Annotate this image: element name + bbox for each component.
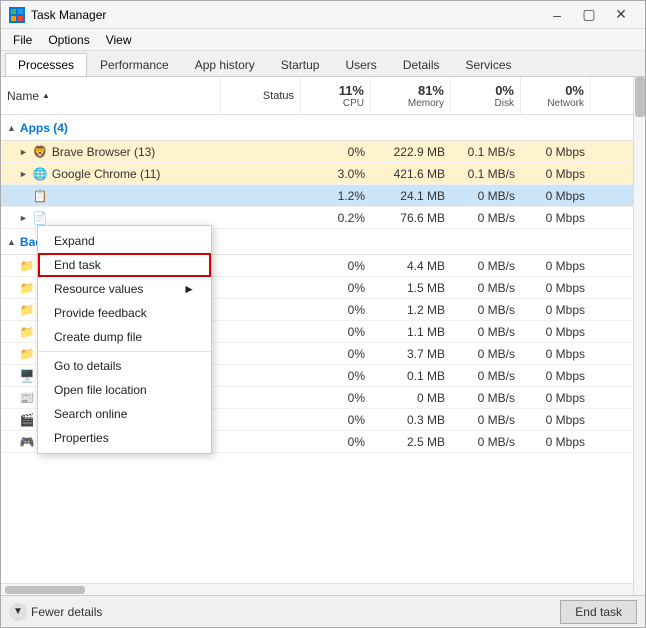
close-button[interactable]: ✕ xyxy=(605,1,637,29)
other-disk: 0 MB/s xyxy=(451,209,521,227)
films-icon: 🎬 xyxy=(19,412,35,428)
expand-chrome-icon: ► xyxy=(19,169,28,179)
chrome-network: 0 Mbps xyxy=(521,165,591,183)
menu-options[interactable]: Options xyxy=(40,31,97,49)
col-network[interactable]: 0% Network xyxy=(521,77,591,114)
selected-memory: 24.1 MB xyxy=(371,187,451,205)
row-brave[interactable]: ► 🦁 Brave Browser (13) 0% 222.9 MB 0.1 M… xyxy=(1,141,645,163)
ctx-open-file[interactable]: Open file location xyxy=(38,378,211,402)
horiz-scrollbar-thumb[interactable] xyxy=(5,586,85,594)
col-name[interactable]: Name ▲ xyxy=(1,77,221,114)
context-menu: Expand End task Resource values ► Provid… xyxy=(37,225,212,454)
feeds-icon: 📰 xyxy=(19,390,35,406)
other-network: 0 Mbps xyxy=(521,209,591,227)
ctx-provide-feedback[interactable]: Provide feedback xyxy=(38,301,211,325)
tab-details[interactable]: Details xyxy=(390,53,453,76)
fewer-details-arrow-icon: ▼ xyxy=(9,603,27,621)
gaming-icon: 🎮 xyxy=(19,434,35,450)
selected-disk: 0 MB/s xyxy=(451,187,521,205)
ctx-resource-values[interactable]: Resource values ► xyxy=(38,277,211,301)
ctx-end-task[interactable]: End task xyxy=(38,253,211,277)
row-selected[interactable]: ► 📋 1.2% 24.1 MB 0 MB/s 0 Mbps xyxy=(1,185,645,207)
ctx-separator xyxy=(38,351,211,352)
tab-startup[interactable]: Startup xyxy=(268,53,333,76)
selected-icon: 📋 xyxy=(32,188,48,204)
ctx-go-details[interactable]: Go to details xyxy=(38,354,211,378)
bottom-bar: ▼ Fewer details End task xyxy=(1,595,645,627)
brave-icon: 🦁 xyxy=(32,144,48,160)
sort-arrow-name: ▲ xyxy=(42,91,50,100)
ctx-expand[interactable]: Expand xyxy=(38,229,211,253)
brave-cpu: 0% xyxy=(301,143,371,161)
horizontal-scrollbar[interactable] xyxy=(1,583,645,595)
tab-bar: Processes Performance App history Startu… xyxy=(1,51,645,77)
bg4-icon: 📁 xyxy=(19,324,35,340)
maximize-button[interactable]: ▢ xyxy=(573,1,605,29)
bg5-icon: 📁 xyxy=(19,346,35,362)
chrome-icon: 🌐 xyxy=(32,166,48,182)
fewer-details-button[interactable]: ▼ Fewer details xyxy=(9,603,102,621)
menu-file[interactable]: File xyxy=(5,31,40,49)
features-icon: 🖥️ xyxy=(19,368,35,384)
expand-brave-icon: ► xyxy=(19,147,28,157)
tab-performance[interactable]: Performance xyxy=(87,53,182,76)
apps-group-label[interactable]: ▲ Apps (4) xyxy=(1,119,221,137)
brave-name[interactable]: ► 🦁 Brave Browser (13) xyxy=(1,142,221,162)
chrome-name[interactable]: ► 🌐 Google Chrome (11) xyxy=(1,164,221,184)
expand-bg-icon: ▲ xyxy=(7,237,16,247)
other-cpu: 0.2% xyxy=(301,209,371,227)
chrome-memory: 421.6 MB xyxy=(371,165,451,183)
bg1-icon: 📁 xyxy=(19,258,35,274)
bg3-icon: 📁 xyxy=(19,302,35,318)
expand-other-icon: ► xyxy=(19,213,28,223)
apps-group-header[interactable]: ▲ Apps (4) xyxy=(1,115,645,141)
col-cpu[interactable]: 11% CPU xyxy=(301,77,371,114)
end-task-button[interactable]: End task xyxy=(560,600,637,624)
expand-apps-icon: ▲ xyxy=(7,123,16,133)
tab-services[interactable]: Services xyxy=(453,53,525,76)
col-status[interactable]: Status xyxy=(221,77,301,114)
menu-view[interactable]: View xyxy=(98,31,140,49)
col-memory[interactable]: 81% Memory xyxy=(371,77,451,114)
chrome-cpu: 3.0% xyxy=(301,165,371,183)
tab-app-history[interactable]: App history xyxy=(182,53,268,76)
bg2-icon: 📁 xyxy=(19,280,35,296)
tab-users[interactable]: Users xyxy=(332,53,389,76)
tab-processes[interactable]: Processes xyxy=(5,53,87,76)
window-title: Task Manager xyxy=(31,8,541,22)
ctx-properties[interactable]: Properties xyxy=(38,426,211,450)
other-memory: 76.6 MB xyxy=(371,209,451,227)
column-header: Name ▲ Status 11% CPU 81% Memory xyxy=(1,77,645,115)
menu-bar: File Options View xyxy=(1,29,645,51)
ctx-search-online[interactable]: Search online xyxy=(38,402,211,426)
row-chrome[interactable]: ► 🌐 Google Chrome (11) 3.0% 421.6 MB 0.1… xyxy=(1,163,645,185)
scrollbar-thumb[interactable] xyxy=(635,77,645,117)
submenu-arrow-icon: ► xyxy=(183,282,195,296)
chrome-disk: 0.1 MB/s xyxy=(451,165,521,183)
selected-network: 0 Mbps xyxy=(521,187,591,205)
brave-memory: 222.9 MB xyxy=(371,143,451,161)
brave-disk: 0.1 MB/s xyxy=(451,143,521,161)
brave-network: 0 Mbps xyxy=(521,143,591,161)
app-icon xyxy=(9,7,25,23)
window-controls: – ▢ ✕ xyxy=(541,1,637,29)
task-manager-window: Task Manager – ▢ ✕ File Options View Pro… xyxy=(0,0,646,628)
title-bar: Task Manager – ▢ ✕ xyxy=(1,1,645,29)
selected-cpu: 1.2% xyxy=(301,187,371,205)
selected-name[interactable]: ► 📋 xyxy=(1,186,221,206)
other-icon: 📄 xyxy=(32,210,48,226)
ctx-create-dump[interactable]: Create dump file xyxy=(38,325,211,349)
vertical-scrollbar[interactable] xyxy=(633,77,645,595)
col-disk[interactable]: 0% Disk xyxy=(451,77,521,114)
minimize-button[interactable]: – xyxy=(541,1,573,29)
main-content: Name ▲ Status 11% CPU 81% Memory xyxy=(1,77,645,595)
